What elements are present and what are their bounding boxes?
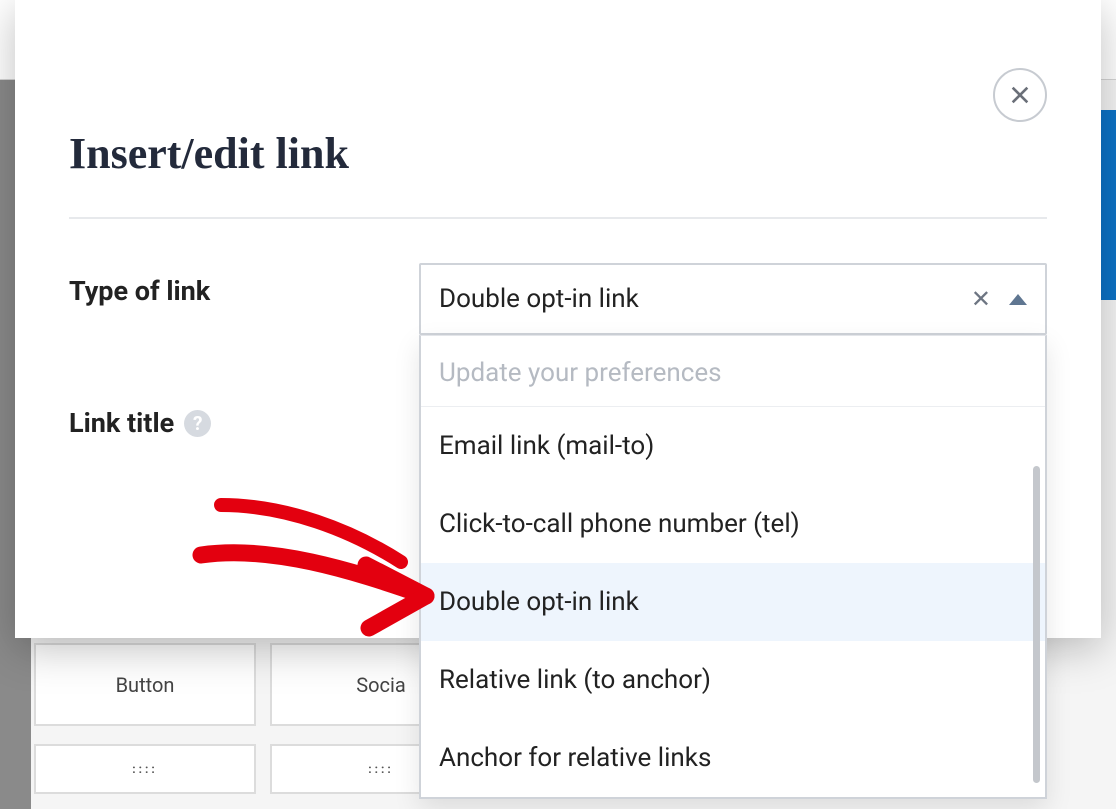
- field-label-link-title: Link title ?: [69, 395, 419, 439]
- label-text: Link title: [69, 407, 174, 439]
- tile-label: Socia: [356, 673, 406, 697]
- close-button[interactable]: [993, 68, 1047, 122]
- dropdown-option[interactable]: Click-to-call phone number (tel): [421, 485, 1045, 563]
- modal-title: Insert/edit link: [69, 128, 1047, 179]
- annotation-arrow: [191, 500, 441, 640]
- caret-up-icon[interactable]: [1009, 294, 1027, 305]
- select-dropdown: Update your preferences Email link (mail…: [419, 335, 1047, 799]
- clear-selection-icon[interactable]: ✕: [961, 279, 1001, 319]
- dropdown-option[interactable]: Double opt-in link: [421, 563, 1045, 641]
- help-icon[interactable]: ?: [184, 410, 211, 437]
- drag-handle-icon: ::::: [132, 766, 158, 772]
- type-of-link-select[interactable]: Double opt-in link ✕ Update your prefere…: [419, 263, 1047, 335]
- dropdown-option[interactable]: Anchor for relative links: [421, 719, 1045, 797]
- select-current-value: Double opt-in link: [439, 284, 961, 314]
- dropdown-option[interactable]: Relative link (to anchor): [421, 641, 1045, 719]
- dropdown-scrollbar[interactable]: [1033, 466, 1040, 783]
- tile-label: Button: [116, 673, 175, 697]
- divider: [69, 217, 1047, 219]
- form-row-type-of-link: Type of link Double opt-in link ✕ Update…: [69, 263, 1047, 335]
- close-icon: [1009, 84, 1031, 106]
- insert-link-modal: Insert/edit link Type of link Double opt…: [15, 0, 1101, 638]
- dropdown-option[interactable]: Email link (mail-to): [421, 407, 1045, 485]
- drag-handle-icon: ::::: [368, 766, 394, 772]
- dropdown-search-input[interactable]: Update your preferences: [421, 336, 1045, 407]
- blue-accent-strip: [1100, 110, 1116, 300]
- element-tile-drag[interactable]: ::::: [34, 744, 256, 794]
- field-label-type-of-link: Type of link: [69, 263, 419, 307]
- select-input[interactable]: Double opt-in link ✕: [419, 263, 1047, 335]
- element-tile-button[interactable]: Button: [34, 643, 256, 726]
